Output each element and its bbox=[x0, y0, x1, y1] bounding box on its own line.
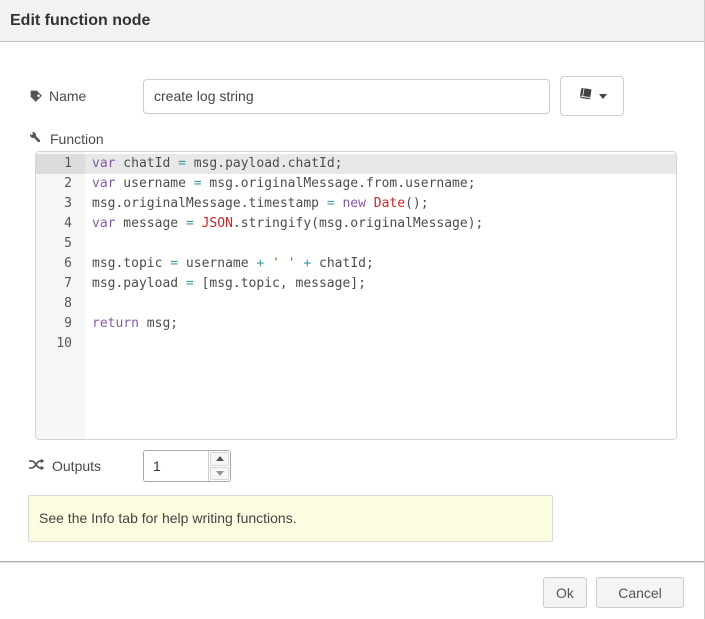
chevron-down-icon bbox=[599, 94, 607, 99]
editor-code: var chatId = msg.payload.chatId;var user… bbox=[85, 152, 676, 354]
arrow-down-icon bbox=[216, 471, 224, 476]
dialog-footer: Ok Cancel bbox=[0, 561, 704, 619]
editor-code-line bbox=[85, 294, 676, 314]
editor-line-number: 3 bbox=[36, 194, 85, 214]
outputs-label-text: Outputs bbox=[52, 458, 101, 474]
function-label-text: Function bbox=[50, 131, 104, 147]
outputs-spinner bbox=[143, 450, 231, 482]
editor-code-line: msg.topic = username + ' ' + chatId; bbox=[85, 254, 676, 274]
spinner-up-button[interactable] bbox=[210, 452, 229, 466]
dialog-body: Name bbox=[0, 76, 704, 542]
library-button[interactable] bbox=[560, 76, 624, 116]
name-label: Name bbox=[28, 88, 143, 105]
editor-gutter: 12345678910 bbox=[36, 152, 85, 439]
wrench-icon bbox=[28, 130, 43, 148]
book-icon bbox=[578, 87, 593, 105]
name-input[interactable] bbox=[143, 79, 550, 114]
editor-line-number: 10 bbox=[36, 334, 85, 354]
function-label-row: Function bbox=[28, 131, 676, 147]
editor-code-line: msg.originalMessage.timestamp = new Date… bbox=[85, 194, 676, 214]
editor-line-number: 7 bbox=[36, 274, 85, 294]
editor-line-number: 5 bbox=[36, 234, 85, 254]
editor-code-line: msg.payload = [msg.topic, message]; bbox=[85, 274, 676, 294]
dialog-header: Edit function node bbox=[0, 0, 704, 42]
name-row: Name bbox=[28, 76, 676, 116]
info-tip: See the Info tab for help writing functi… bbox=[28, 495, 553, 542]
editor-code-line: var message = JSON.stringify(msg.origina… bbox=[85, 214, 676, 234]
spinner-buttons bbox=[208, 451, 230, 481]
dialog-title: Edit function node bbox=[10, 12, 150, 30]
editor-line-number: 8 bbox=[36, 294, 85, 314]
edit-function-node-dialog: Edit function node Name bbox=[0, 0, 705, 619]
shuffle-icon bbox=[28, 458, 45, 474]
editor-line-number: 1 bbox=[36, 154, 85, 174]
editor-code-line: var username = msg.originalMessage.from.… bbox=[85, 174, 676, 194]
name-label-text: Name bbox=[49, 88, 86, 104]
tag-icon bbox=[28, 88, 42, 105]
outputs-label: Outputs bbox=[28, 458, 143, 474]
cancel-button[interactable]: Cancel bbox=[596, 577, 684, 608]
function-code-editor[interactable]: 12345678910 var chatId = msg.payload.cha… bbox=[35, 151, 677, 440]
editor-code-line: return msg; bbox=[85, 314, 676, 334]
arrow-up-icon bbox=[216, 456, 224, 461]
outputs-row: Outputs bbox=[28, 450, 676, 482]
spinner-down-button[interactable] bbox=[210, 467, 229, 481]
ok-button[interactable]: Ok bbox=[543, 577, 587, 608]
editor-line-number: 9 bbox=[36, 314, 85, 334]
editor-line-number: 4 bbox=[36, 214, 85, 234]
editor-code-line bbox=[85, 334, 676, 354]
function-label: Function bbox=[28, 130, 143, 148]
editor-line-number: 2 bbox=[36, 174, 85, 194]
editor-code-line bbox=[85, 234, 676, 254]
editor-code-line: var chatId = msg.payload.chatId; bbox=[85, 154, 676, 174]
editor-line-number: 6 bbox=[36, 254, 85, 274]
outputs-input[interactable] bbox=[144, 451, 208, 481]
